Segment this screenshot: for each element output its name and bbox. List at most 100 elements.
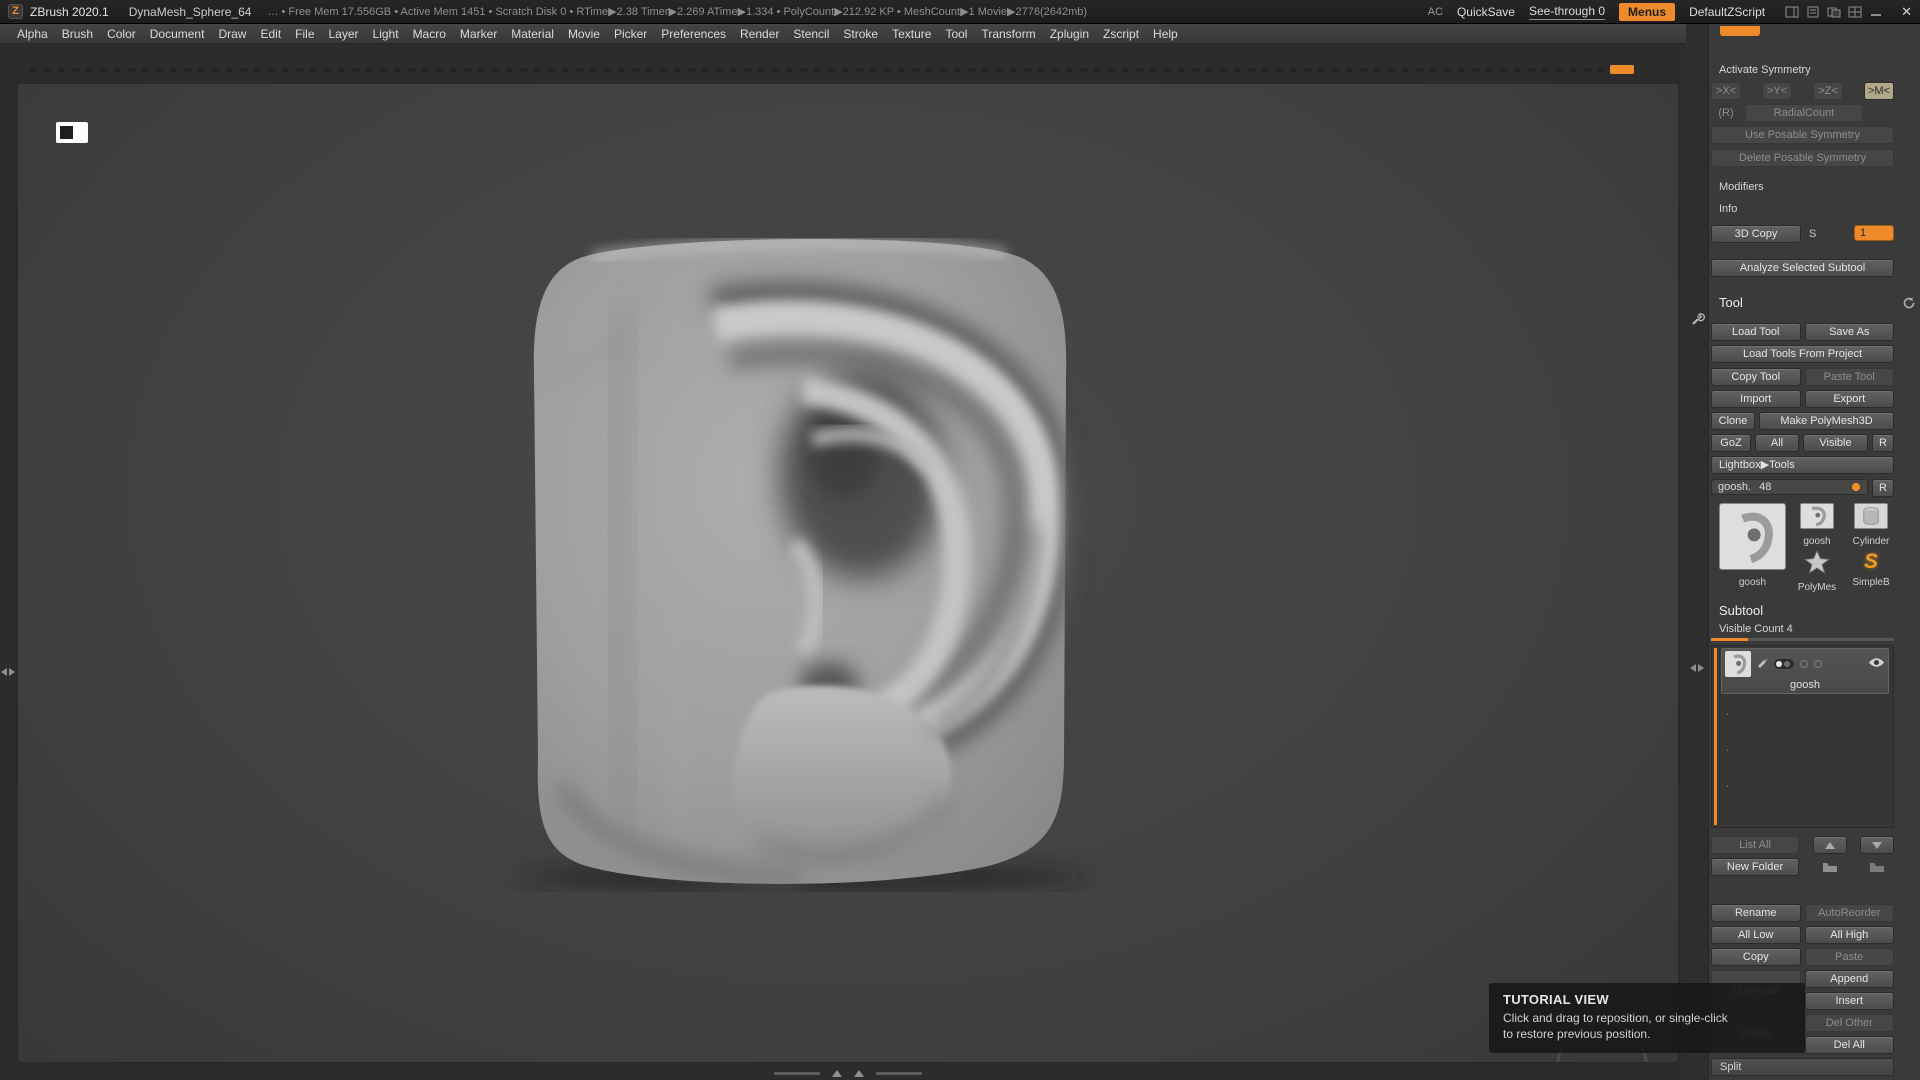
goz-all-button[interactable]: All [1755,434,1799,452]
visible-count-slider[interactable] [1711,638,1894,641]
recent-tool-polymesh-star[interactable]: PolyMes [1794,549,1840,593]
menu-item-zscript[interactable]: Zscript [1096,25,1146,43]
symmetry-y-button[interactable]: >Y< [1762,82,1792,100]
layout-icon[interactable] [1785,6,1799,18]
current-tool-thumbnail[interactable]: goosh [1719,503,1786,593]
menu-item-transform[interactable]: Transform [974,25,1042,43]
subtool-list[interactable]: goosh . . . [1711,645,1894,828]
menu-item-stroke[interactable]: Stroke [836,25,885,43]
all-high-button[interactable]: All High [1804,926,1894,944]
tool-palette-header[interactable]: Tool [1711,293,1915,313]
make-polymesh3d-button[interactable]: Make PolyMesh3D [1759,412,1894,430]
left-tray-handle[interactable] [1,668,15,676]
menu-item-stencil[interactable]: Stencil [786,25,836,43]
append-button[interactable]: Append [1804,970,1894,988]
clone-button[interactable]: Clone [1711,412,1755,430]
folder-down-icon[interactable] [1860,858,1894,876]
collapsed-top-tray[interactable] [30,65,1634,74]
menu-item-brush[interactable]: Brush [55,25,100,43]
symmetry-x-button[interactable]: >X< [1711,82,1741,100]
3d-copy-button[interactable]: 3D Copy [1711,225,1801,243]
menu-item-tool[interactable]: Tool [938,25,974,43]
menu-item-preferences[interactable]: Preferences [654,25,733,43]
goz-button[interactable]: GoZ [1711,434,1751,452]
del-other-button[interactable]: Del Other [1804,1014,1894,1032]
visibility-toggle-icon[interactable] [1774,659,1794,669]
paste-subtool-button[interactable]: Paste [1804,948,1894,966]
menu-item-draw[interactable]: Draw [211,25,253,43]
clipped-slider-fragment[interactable] [1720,26,1760,36]
visible-count-slider-label[interactable]: Visible Count 4 [1711,623,1894,635]
s-value-input[interactable]: 1 [1854,225,1894,241]
autoreorder-button[interactable]: AutoReorder [1804,904,1894,922]
menu-item-material[interactable]: Material [504,25,561,43]
recent-tool-simplebrush[interactable]: S SimpleB [1848,549,1894,593]
copy-subtool-button[interactable]: Copy [1711,948,1801,966]
modifiers-section-label[interactable]: Modifiers [1711,181,1894,193]
menu-item-zplugin[interactable]: Zplugin [1043,25,1096,43]
lightbox-tools-button[interactable]: Lightbox▶Tools [1711,456,1894,474]
menu-item-picker[interactable]: Picker [607,25,654,43]
menu-item-light[interactable]: Light [366,25,406,43]
tray-handle-marker[interactable] [1610,65,1634,74]
see-through-slider[interactable]: See-through 0 [1528,4,1606,20]
list-all-button[interactable]: List All [1711,836,1799,854]
default-zscript-button[interactable]: DefaultZScript [1689,5,1765,19]
timeline-scrub-control[interactable] [698,1070,998,1077]
symmetry-z-button[interactable]: >Z< [1813,82,1843,100]
paste-tool-button[interactable]: Paste Tool [1804,368,1894,386]
menu-item-color[interactable]: Color [100,25,143,43]
subtool-move-up-button[interactable] [1812,836,1847,854]
menu-item-macro[interactable]: Macro [406,25,453,43]
subtool-move-down-button[interactable] [1860,836,1894,854]
document-icon[interactable] [1806,6,1820,18]
menu-item-help[interactable]: Help [1146,25,1185,43]
load-tools-from-project-button[interactable]: Load Tools From Project [1711,345,1894,363]
menu-item-layer[interactable]: Layer [322,25,366,43]
use-posable-symmetry-button[interactable]: Use Posable Symmetry [1711,126,1894,144]
menu-item-movie[interactable]: Movie [561,25,607,43]
slider-dot[interactable] [1852,483,1860,491]
copy-tool-button[interactable]: Copy Tool [1711,368,1801,386]
polypaint-brush-icon[interactable] [1756,655,1768,673]
quicksave-button[interactable]: QuickSave [1457,5,1515,19]
tool-name-slider[interactable]: goosh. 48 [1711,479,1868,495]
subtool-option-icon-2[interactable] [1814,660,1822,668]
import-button[interactable]: Import [1711,390,1801,408]
tutorial-view-tooltip[interactable]: TUTORIAL VIEW Click and drag to repositi… [1489,983,1805,1054]
menu-item-document[interactable]: Document [143,25,212,43]
menu-item-file[interactable]: File [288,25,321,43]
del-all-button[interactable]: Del All [1804,1036,1894,1054]
save-as-button[interactable]: Save As [1804,323,1894,341]
ac-button[interactable]: AC [1428,6,1443,18]
split-section-header[interactable]: Split [1711,1058,1894,1076]
close-icon[interactable]: ✕ [1901,4,1912,20]
subtool-item-goosh[interactable]: goosh [1721,648,1889,694]
eye-icon[interactable] [1868,655,1885,673]
subtool-option-icon-1[interactable] [1800,660,1808,668]
new-folder-button[interactable]: New Folder [1711,858,1799,876]
load-tool-button[interactable]: Load Tool [1711,323,1801,341]
folder-up-icon[interactable] [1813,858,1847,876]
menu-item-render[interactable]: Render [733,25,786,43]
analyze-selected-subtool-button[interactable]: Analyze Selected Subtool [1711,259,1894,277]
menu-item-alpha[interactable]: Alpha [10,25,55,43]
rename-button[interactable]: Rename [1711,904,1801,922]
radial-count-slider[interactable]: RadialCount [1745,104,1863,122]
reset-tool-icon[interactable] [1902,296,1916,316]
recent-tool-cylinder[interactable]: Cylinder [1848,503,1894,547]
info-section-label[interactable]: Info [1711,203,1894,215]
document-canvas[interactable] [17,83,1679,1063]
minimize-icon[interactable] [1869,6,1883,18]
ear-sculpt-model[interactable] [472,225,1128,892]
grid-icon[interactable] [1848,6,1862,18]
menu-item-edit[interactable]: Edit [253,25,288,43]
menu-item-marker[interactable]: Marker [453,25,504,43]
insert-button[interactable]: Insert [1804,992,1894,1010]
activate-symmetry-toggle[interactable]: Activate Symmetry [1711,64,1894,76]
goz-r-button[interactable]: R [1872,434,1894,452]
export-button[interactable]: Export [1804,390,1894,408]
menus-button[interactable]: Menus [1619,2,1676,21]
delete-posable-symmetry-button[interactable]: Delete Posable Symmetry [1711,149,1894,167]
goz-visible-button[interactable]: Visible [1803,434,1868,452]
